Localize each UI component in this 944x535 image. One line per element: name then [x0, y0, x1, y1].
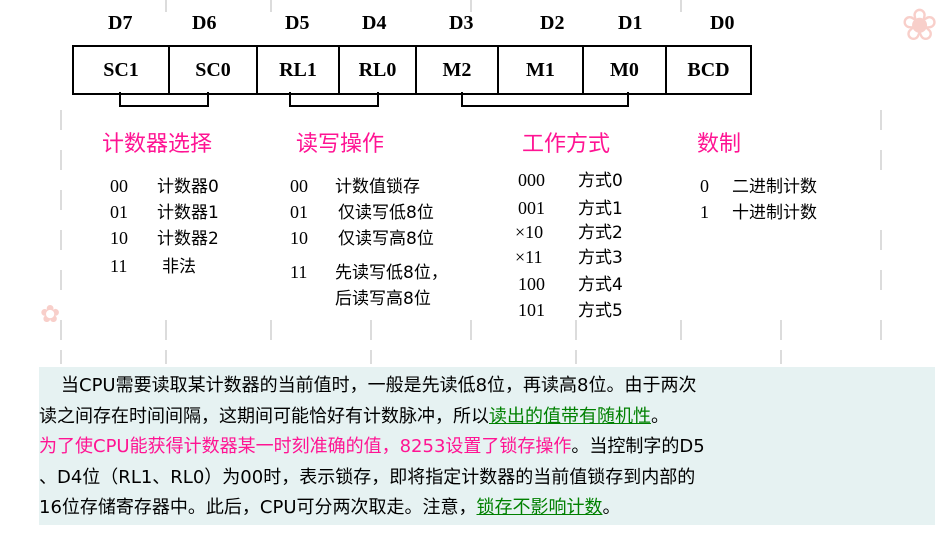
bit-label-d5: D5 — [285, 12, 310, 34]
list-item: 01 计数器1 — [110, 202, 219, 223]
paragraph-line-2: 读之间存在时间间隔，这期间可能恰好有计数脉冲，所以读出的值带有随机性。 — [39, 405, 669, 427]
list-item: 00 计数器0 — [110, 176, 219, 197]
list-item: 01 仅读写低8位 — [290, 202, 434, 223]
paragraph-line-5: 16位存储寄存器中。此后，CPU可分两次取走。注意，锁存不影响计数。 — [39, 497, 621, 518]
field-m1: M1 — [499, 47, 584, 93]
bracket-m — [461, 92, 629, 107]
title-work-mode: 工作方式 — [522, 132, 611, 157]
bit-label-d2: D2 — [540, 12, 565, 34]
field-bcd: BCD — [687, 58, 730, 81]
list-item: 后读写高8位 — [335, 289, 431, 309]
bracket-rl — [289, 92, 379, 107]
list-item: 10 仅读写高8位 — [290, 228, 434, 249]
title-counter-select: 计数器选择 — [102, 132, 213, 157]
list-item: 11 非法 — [110, 256, 196, 277]
bit-label-d1: D1 — [618, 12, 643, 34]
explanation-paragraph: 当CPU需要读取某计数器的当前值时，一般是先读低8位，再读高8位。由于两次 读之… — [39, 367, 935, 525]
paragraph-line-1: 当CPU需要读取某计数器的当前值时，一般是先读低8位，再读高8位。由于两次 — [61, 375, 697, 396]
field-m0: M0 — [584, 47, 667, 93]
list-item: ×11 方式3 — [515, 247, 623, 268]
title-read-write: 读写操作 — [296, 132, 385, 157]
paragraph-line-4: 、D4位（RL1、RL0）为00时，表示锁存，即将指定计数器的当前值锁存到内部的 — [39, 466, 696, 488]
field-rl1: RL1 — [258, 47, 340, 93]
list-item: 0 二进制计数 — [700, 176, 817, 197]
list-item: 001 方式1 — [518, 198, 623, 219]
highlight-latch-operation: 为了使CPU能获得计数器某一时刻准确的值，8253设置了锁存操作 — [39, 436, 572, 457]
field-sc1: SC1 — [74, 47, 170, 93]
list-item: 10 计数器2 — [110, 228, 219, 249]
list-item: 100 方式4 — [518, 274, 623, 295]
corner-decoration-left: ✿ — [40, 300, 61, 328]
title-number-system: 数制 — [697, 132, 742, 157]
field-m2: M2 — [417, 47, 499, 93]
paragraph-line-3: 为了使CPU能获得计数器某一时刻准确的值，8253设置了锁存操作。当控制字的D5 — [39, 436, 705, 457]
bit-label-d6: D6 — [192, 12, 217, 34]
list-item: 000 方式0 — [518, 170, 623, 191]
field-rl0: RL0 — [340, 47, 417, 93]
bit-label-d3: D3 — [449, 12, 474, 34]
list-item: 1 十进制计数 — [700, 202, 817, 223]
list-item: ×10 方式2 — [515, 222, 623, 243]
bracket-sc — [119, 92, 209, 107]
list-item: 11 先读写低8位， — [290, 262, 448, 283]
list-item: 00 计数值锁存 — [290, 176, 420, 197]
bit-label-d0: D0 — [710, 12, 735, 34]
highlight-latch-no-effect: 锁存不影响计数 — [476, 497, 603, 518]
list-item: 101 方式5 — [518, 300, 623, 321]
highlight-random-value: 读出的值带有随机性 — [489, 405, 651, 427]
corner-decoration-top-right: ❀ — [901, 0, 938, 51]
field-sc0: SC0 — [170, 47, 258, 93]
bit-label-d7: D7 — [108, 12, 133, 34]
bit-label-d4: D4 — [362, 12, 387, 34]
